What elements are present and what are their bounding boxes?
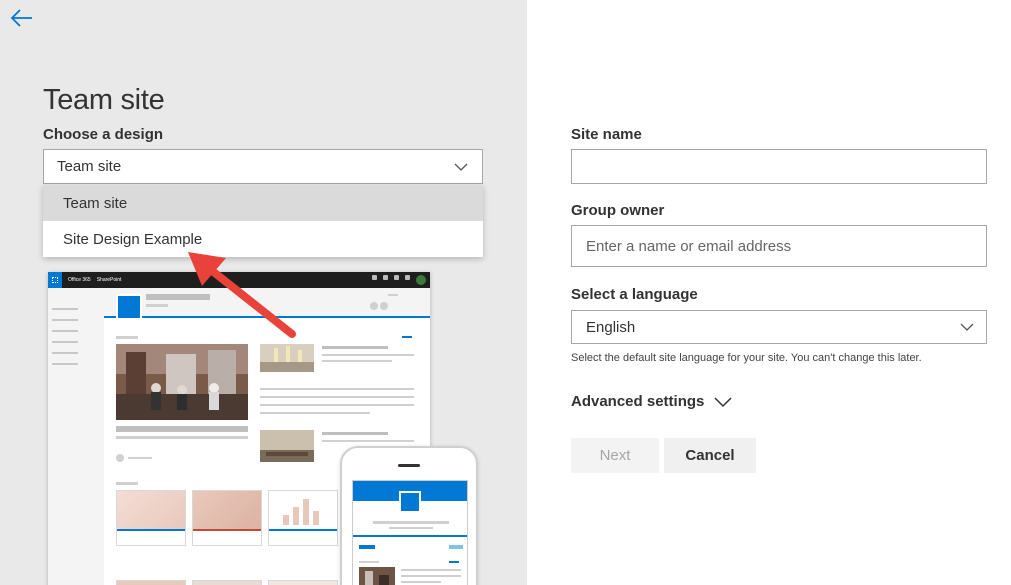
- back-arrow-icon: [10, 9, 32, 27]
- design-select[interactable]: Team site: [43, 149, 483, 184]
- preview-site-logo: [116, 294, 142, 320]
- design-dropdown-menu: Team site Site Design Example: [43, 185, 483, 257]
- next-button[interactable]: Next: [571, 438, 659, 473]
- language-select-value: English: [586, 318, 636, 336]
- design-panel: Team site Choose a design Team site Team…: [0, 0, 527, 585]
- design-select-value: Team site: [57, 158, 122, 175]
- preview-hero-image: [116, 344, 248, 420]
- site-name-input[interactable]: [571, 149, 987, 184]
- app-launcher-icon: [48, 272, 62, 288]
- annotation-arrow: [188, 252, 296, 338]
- chevron-down-icon: [454, 163, 468, 171]
- preview-app-name: Office 365: [68, 277, 91, 283]
- design-label: Choose a design: [43, 126, 164, 143]
- design-option-team-site[interactable]: Team site: [43, 185, 483, 221]
- preview-card-2: [192, 490, 262, 546]
- language-select[interactable]: English: [571, 310, 987, 344]
- chevron-down-icon: [960, 323, 974, 331]
- chevron-down-icon: [714, 396, 732, 407]
- advanced-settings-label: Advanced settings: [571, 393, 705, 410]
- cancel-button[interactable]: Cancel: [664, 438, 756, 473]
- site-preview-mobile: [340, 446, 478, 585]
- preview-card-3: [268, 490, 338, 546]
- site-name-label: Site name: [571, 126, 642, 143]
- advanced-settings-toggle[interactable]: Advanced settings: [571, 393, 732, 410]
- group-owner-input[interactable]: [571, 225, 987, 267]
- preview-left-nav: [48, 288, 104, 585]
- preview-news-image-2: [260, 430, 314, 462]
- language-helper-text: Select the default site language for you…: [571, 352, 922, 364]
- page-title: Team site: [43, 84, 165, 116]
- preview-site-name: SharePoint: [96, 277, 122, 283]
- preview-bar-icons: [372, 275, 430, 285]
- language-label: Select a language: [571, 286, 698, 303]
- preview-card-1: [116, 490, 186, 546]
- group-owner-label: Group owner: [571, 202, 665, 219]
- mobile-site-logo: [399, 491, 421, 513]
- back-button[interactable]: [6, 4, 36, 34]
